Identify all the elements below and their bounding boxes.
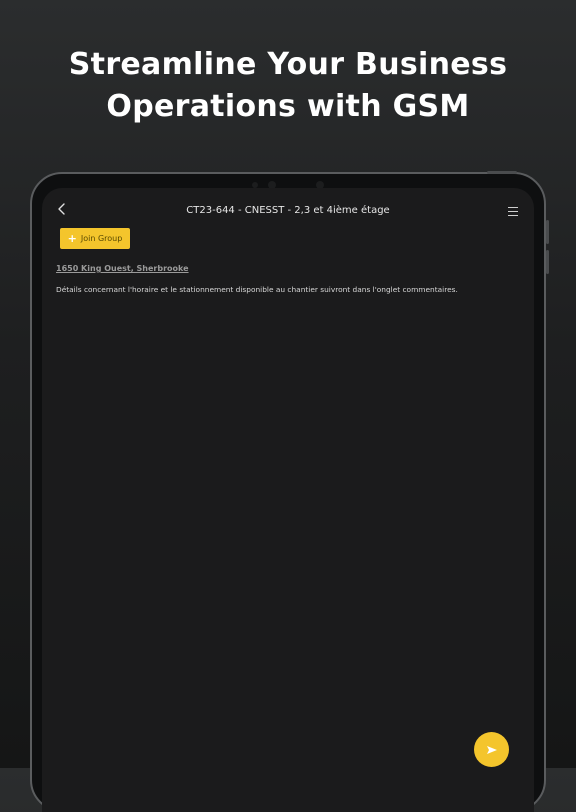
join-group-button[interactable]: + Join Group bbox=[60, 228, 130, 249]
hamburger-menu-icon[interactable] bbox=[508, 207, 518, 216]
headline-line-2: Operations with GSM bbox=[106, 89, 470, 124]
app-screen: CT23-644 - CNESST - 2,3 et 4ième étage +… bbox=[42, 188, 534, 812]
top-bar: CT23-644 - CNESST - 2,3 et 4ième étage bbox=[42, 188, 534, 228]
send-icon bbox=[486, 745, 497, 754]
send-button[interactable] bbox=[474, 732, 509, 767]
plus-icon: + bbox=[67, 232, 77, 245]
device-volume-down-button bbox=[546, 250, 549, 274]
address-link[interactable]: 1650 King Ouest, Sherbrooke bbox=[56, 264, 189, 273]
headline-line-1: Streamline Your Business bbox=[68, 47, 508, 82]
marketing-headline: Streamline Your Business Operations with… bbox=[0, 44, 576, 128]
join-group-label: Join Group bbox=[80, 234, 123, 243]
tablet-frame: CT23-644 - CNESST - 2,3 et 4ième étage +… bbox=[30, 171, 549, 812]
group-description: Détails concernant l'horaire et le stati… bbox=[56, 285, 458, 294]
group-title: CT23-644 - CNESST - 2,3 et 4ième étage bbox=[186, 205, 390, 216]
device-top-button bbox=[487, 171, 517, 174]
device-volume-up-button bbox=[546, 220, 549, 244]
